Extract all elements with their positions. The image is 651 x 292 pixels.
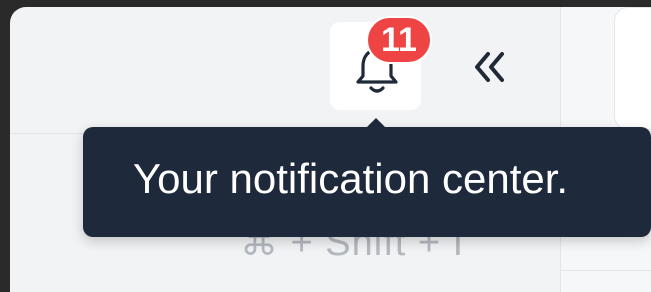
app-window: 11 ⌘ + Shift + I Your notification cente…: [0, 0, 651, 292]
main-divider: [561, 270, 651, 271]
notification-count-badge: 11: [366, 16, 432, 64]
tooltip-text: Your notification center.: [133, 155, 569, 202]
collapse-sidebar-button[interactable]: [466, 46, 516, 88]
notification-tooltip: Your notification center.: [83, 127, 651, 237]
main-header-card: [614, 7, 651, 130]
chevrons-left-icon: [475, 52, 504, 82]
